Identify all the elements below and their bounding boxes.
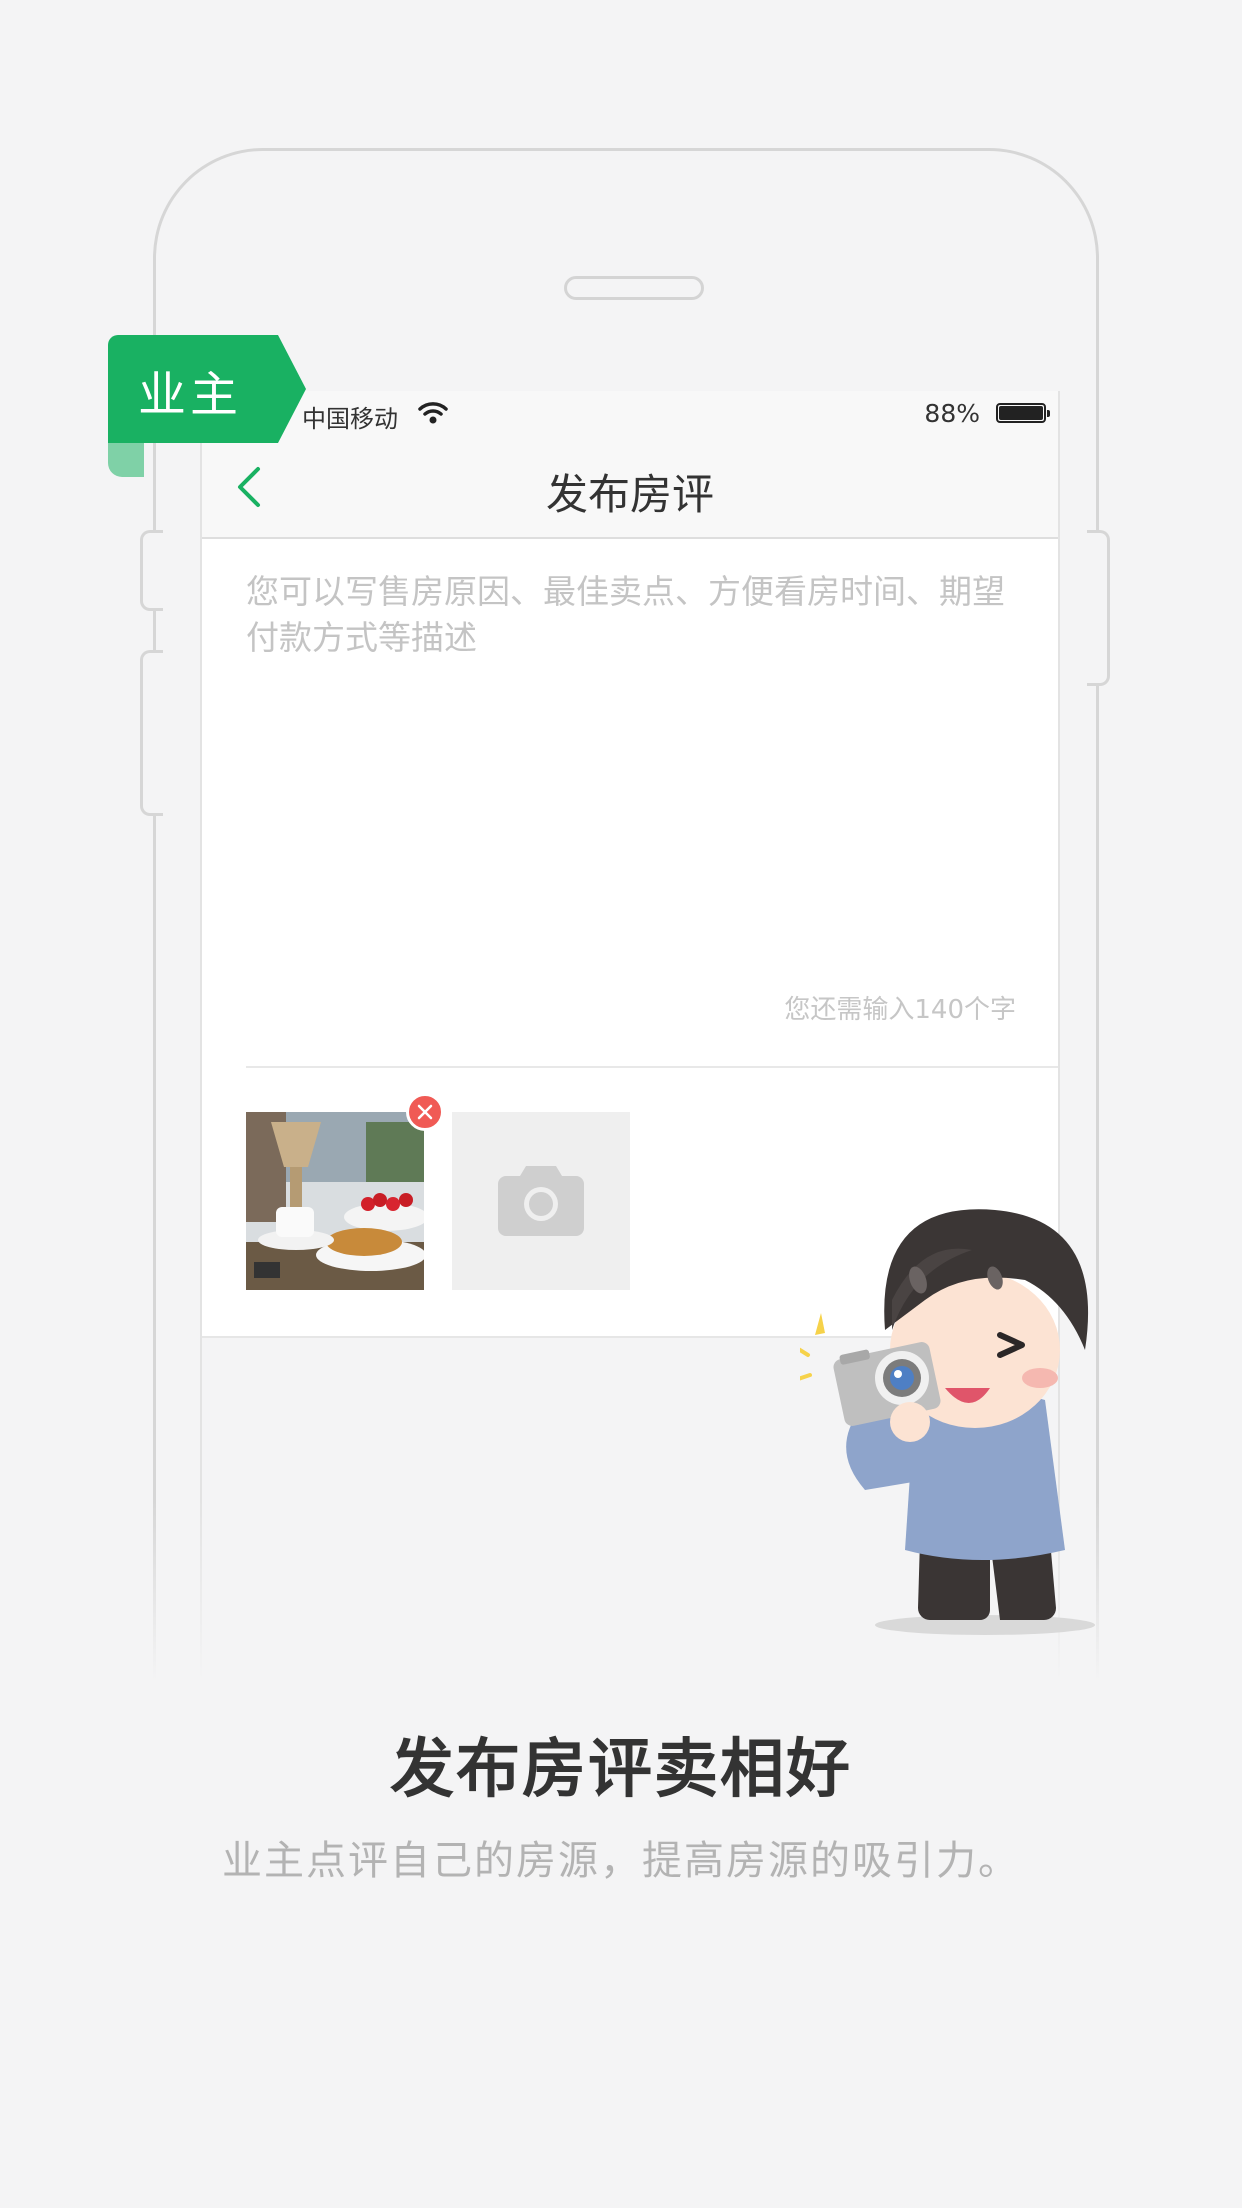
owner-tag: 业主: [108, 335, 308, 477]
phone-speaker: [564, 276, 704, 300]
page-title: 发布房评: [545, 470, 714, 519]
phone-side-button: [140, 530, 163, 611]
battery-percent: 88%: [924, 399, 980, 428]
phone-volume-up-button: [140, 650, 163, 816]
uploaded-photo[interactable]: [246, 1112, 424, 1290]
close-icon[interactable]: [406, 1093, 444, 1131]
camera-icon: [496, 1162, 586, 1242]
divider: [246, 1066, 1058, 1068]
promo-headline: 发布房评卖相好: [390, 1733, 852, 1807]
carrier-label: 中国移动: [302, 405, 398, 433]
wifi-icon: [418, 401, 448, 429]
nav-bar: 发布房评: [202, 437, 1058, 539]
phone-power-button: [1087, 530, 1110, 686]
char-counter: 您还需输入140个字: [784, 995, 1016, 1025]
promo-subline: 业主点评自己的房源，提高房源的吸引力。: [222, 1838, 1020, 1884]
battery-icon: [996, 403, 1050, 423]
mascot-illustration: [790, 1160, 1130, 1640]
add-photo-button[interactable]: [452, 1112, 630, 1290]
status-bar: 中国移动 88%: [202, 391, 1058, 437]
owner-tag-label: 业主: [138, 367, 243, 423]
review-textarea[interactable]: [246, 569, 1016, 949]
